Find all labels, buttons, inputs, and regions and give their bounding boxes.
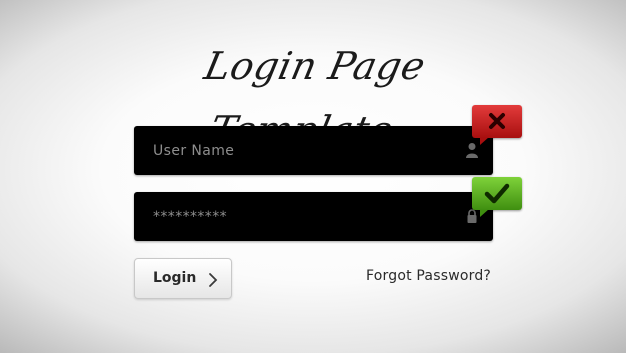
username-field[interactable] <box>134 126 493 175</box>
page-title: Login Page Template <box>200 44 430 152</box>
username-input[interactable] <box>134 126 454 175</box>
error-badge <box>472 105 522 145</box>
password-input[interactable] <box>134 192 454 241</box>
valid-badge <box>472 177 522 217</box>
checkmark-icon <box>484 183 510 204</box>
forgot-password-link[interactable]: Forgot Password? <box>366 268 491 284</box>
lock-icon <box>465 208 479 224</box>
password-field[interactable] <box>134 192 493 241</box>
chevron-right-icon <box>208 272 218 292</box>
login-button-label: Login <box>153 270 197 286</box>
user-icon <box>465 142 479 158</box>
login-button[interactable]: Login <box>134 258 232 299</box>
close-icon <box>489 113 505 129</box>
